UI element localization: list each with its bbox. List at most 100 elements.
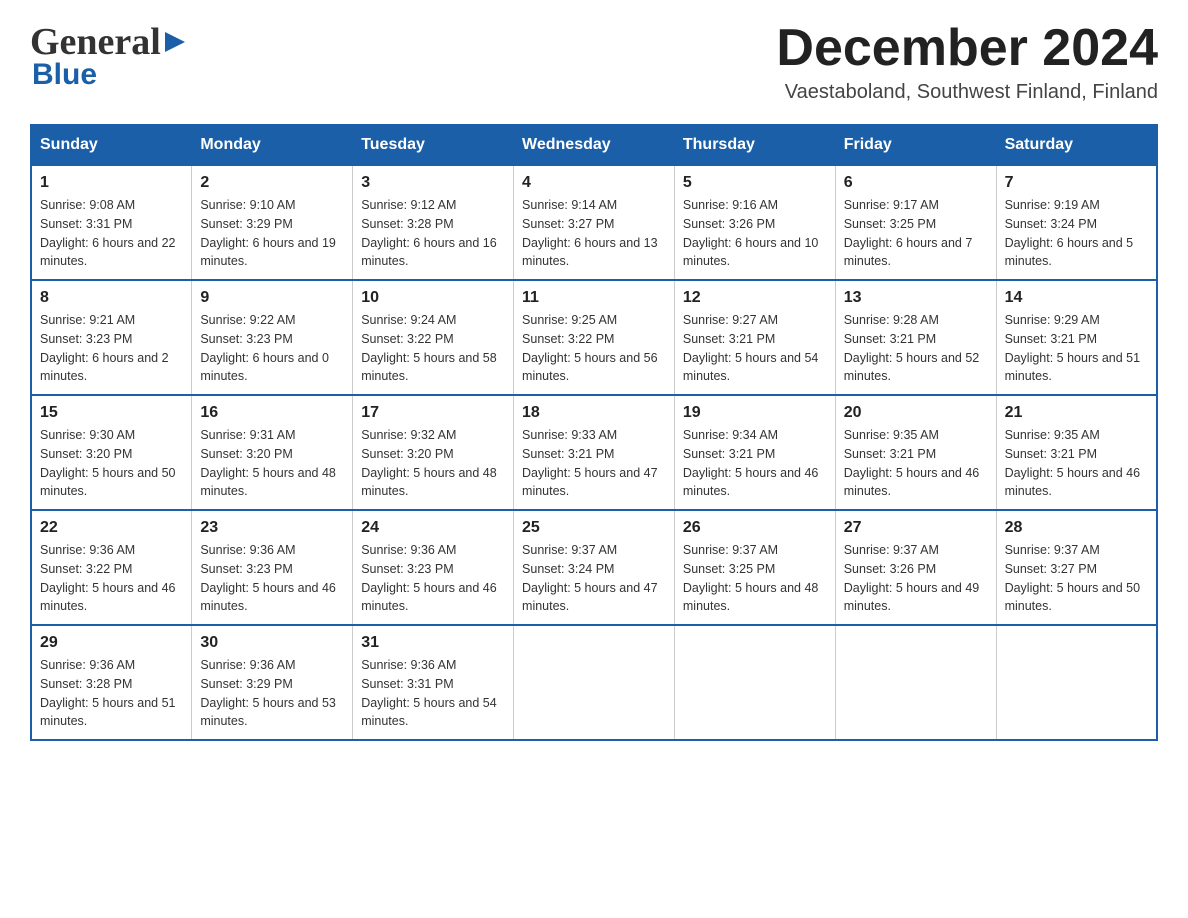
calendar-day-21: 21 Sunrise: 9:35 AM Sunset: 3:21 PM Dayl… (996, 395, 1157, 510)
calendar-day-27: 27 Sunrise: 9:37 AM Sunset: 3:26 PM Dayl… (835, 510, 996, 625)
day-number: 14 (1005, 289, 1148, 307)
calendar-day-22: 22 Sunrise: 9:36 AM Sunset: 3:22 PM Dayl… (31, 510, 192, 625)
weekday-header-friday: Friday (835, 125, 996, 165)
day-info: Sunrise: 9:36 AM Sunset: 3:22 PM Dayligh… (40, 541, 183, 616)
day-number: 28 (1005, 519, 1148, 537)
calendar-day-29: 29 Sunrise: 9:36 AM Sunset: 3:28 PM Dayl… (31, 625, 192, 740)
day-info: Sunrise: 9:29 AM Sunset: 3:21 PM Dayligh… (1005, 311, 1148, 386)
calendar-day-16: 16 Sunrise: 9:31 AM Sunset: 3:20 PM Dayl… (192, 395, 353, 510)
day-info: Sunrise: 9:31 AM Sunset: 3:20 PM Dayligh… (200, 426, 344, 501)
calendar-day-23: 23 Sunrise: 9:36 AM Sunset: 3:23 PM Dayl… (192, 510, 353, 625)
day-number: 7 (1005, 174, 1148, 192)
logo-arrow-icon (161, 28, 189, 56)
day-number: 3 (361, 174, 505, 192)
day-number: 12 (683, 289, 827, 307)
calendar-day-7: 7 Sunrise: 9:19 AM Sunset: 3:24 PM Dayli… (996, 165, 1157, 280)
day-number: 13 (844, 289, 988, 307)
day-info: Sunrise: 9:36 AM Sunset: 3:23 PM Dayligh… (361, 541, 505, 616)
day-info: Sunrise: 9:35 AM Sunset: 3:21 PM Dayligh… (1005, 426, 1148, 501)
calendar-day-17: 17 Sunrise: 9:32 AM Sunset: 3:20 PM Dayl… (353, 395, 514, 510)
calendar-week-5: 29 Sunrise: 9:36 AM Sunset: 3:28 PM Dayl… (31, 625, 1157, 740)
title-section: December 2024 Vaestaboland, Southwest Fi… (776, 20, 1158, 104)
calendar-day-13: 13 Sunrise: 9:28 AM Sunset: 3:21 PM Dayl… (835, 280, 996, 395)
day-info: Sunrise: 9:25 AM Sunset: 3:22 PM Dayligh… (522, 311, 666, 386)
day-info: Sunrise: 9:37 AM Sunset: 3:27 PM Dayligh… (1005, 541, 1148, 616)
day-info: Sunrise: 9:10 AM Sunset: 3:29 PM Dayligh… (200, 196, 344, 271)
calendar-day-11: 11 Sunrise: 9:25 AM Sunset: 3:22 PM Dayl… (514, 280, 675, 395)
calendar-day-10: 10 Sunrise: 9:24 AM Sunset: 3:22 PM Dayl… (353, 280, 514, 395)
day-number: 15 (40, 404, 183, 422)
logo: General Blue (30, 20, 189, 92)
day-info: Sunrise: 9:16 AM Sunset: 3:26 PM Dayligh… (683, 196, 827, 271)
day-info: Sunrise: 9:37 AM Sunset: 3:24 PM Dayligh… (522, 541, 666, 616)
day-number: 30 (200, 634, 344, 652)
day-info: Sunrise: 9:08 AM Sunset: 3:31 PM Dayligh… (40, 196, 183, 271)
day-info: Sunrise: 9:22 AM Sunset: 3:23 PM Dayligh… (200, 311, 344, 386)
day-number: 11 (522, 289, 666, 307)
weekday-header-thursday: Thursday (674, 125, 835, 165)
day-info: Sunrise: 9:17 AM Sunset: 3:25 PM Dayligh… (844, 196, 988, 271)
day-number: 29 (40, 634, 183, 652)
calendar-day-2: 2 Sunrise: 9:10 AM Sunset: 3:29 PM Dayli… (192, 165, 353, 280)
day-number: 2 (200, 174, 344, 192)
calendar-empty-4-5 (835, 625, 996, 740)
day-number: 19 (683, 404, 827, 422)
calendar-day-12: 12 Sunrise: 9:27 AM Sunset: 3:21 PM Dayl… (674, 280, 835, 395)
weekday-header-tuesday: Tuesday (353, 125, 514, 165)
weekday-header-row: SundayMondayTuesdayWednesdayThursdayFrid… (31, 125, 1157, 165)
day-number: 9 (200, 289, 344, 307)
calendar-week-4: 22 Sunrise: 9:36 AM Sunset: 3:22 PM Dayl… (31, 510, 1157, 625)
calendar-day-30: 30 Sunrise: 9:36 AM Sunset: 3:29 PM Dayl… (192, 625, 353, 740)
location-text: Vaestaboland, Southwest Finland, Finland (776, 81, 1158, 104)
month-title: December 2024 (776, 20, 1158, 77)
day-number: 20 (844, 404, 988, 422)
day-info: Sunrise: 9:28 AM Sunset: 3:21 PM Dayligh… (844, 311, 988, 386)
day-info: Sunrise: 9:30 AM Sunset: 3:20 PM Dayligh… (40, 426, 183, 501)
day-number: 6 (844, 174, 988, 192)
weekday-header-saturday: Saturday (996, 125, 1157, 165)
calendar-week-2: 8 Sunrise: 9:21 AM Sunset: 3:23 PM Dayli… (31, 280, 1157, 395)
calendar-day-20: 20 Sunrise: 9:35 AM Sunset: 3:21 PM Dayl… (835, 395, 996, 510)
day-number: 8 (40, 289, 183, 307)
calendar-day-8: 8 Sunrise: 9:21 AM Sunset: 3:23 PM Dayli… (31, 280, 192, 395)
day-info: Sunrise: 9:21 AM Sunset: 3:23 PM Dayligh… (40, 311, 183, 386)
calendar-day-28: 28 Sunrise: 9:37 AM Sunset: 3:27 PM Dayl… (996, 510, 1157, 625)
day-info: Sunrise: 9:34 AM Sunset: 3:21 PM Dayligh… (683, 426, 827, 501)
day-info: Sunrise: 9:37 AM Sunset: 3:25 PM Dayligh… (683, 541, 827, 616)
day-info: Sunrise: 9:12 AM Sunset: 3:28 PM Dayligh… (361, 196, 505, 271)
day-info: Sunrise: 9:36 AM Sunset: 3:28 PM Dayligh… (40, 656, 183, 731)
calendar-week-3: 15 Sunrise: 9:30 AM Sunset: 3:20 PM Dayl… (31, 395, 1157, 510)
calendar-day-9: 9 Sunrise: 9:22 AM Sunset: 3:23 PM Dayli… (192, 280, 353, 395)
day-info: Sunrise: 9:14 AM Sunset: 3:27 PM Dayligh… (522, 196, 666, 271)
day-number: 17 (361, 404, 505, 422)
calendar-day-15: 15 Sunrise: 9:30 AM Sunset: 3:20 PM Dayl… (31, 395, 192, 510)
day-info: Sunrise: 9:32 AM Sunset: 3:20 PM Dayligh… (361, 426, 505, 501)
page-header: General Blue December 2024 Vaestaboland,… (30, 20, 1158, 104)
calendar-day-6: 6 Sunrise: 9:17 AM Sunset: 3:25 PM Dayli… (835, 165, 996, 280)
day-number: 23 (200, 519, 344, 537)
day-number: 24 (361, 519, 505, 537)
calendar-day-5: 5 Sunrise: 9:16 AM Sunset: 3:26 PM Dayli… (674, 165, 835, 280)
day-info: Sunrise: 9:35 AM Sunset: 3:21 PM Dayligh… (844, 426, 988, 501)
day-number: 21 (1005, 404, 1148, 422)
day-number: 22 (40, 519, 183, 537)
calendar-day-31: 31 Sunrise: 9:36 AM Sunset: 3:31 PM Dayl… (353, 625, 514, 740)
weekday-header-sunday: Sunday (31, 125, 192, 165)
calendar-day-1: 1 Sunrise: 9:08 AM Sunset: 3:31 PM Dayli… (31, 165, 192, 280)
calendar-day-3: 3 Sunrise: 9:12 AM Sunset: 3:28 PM Dayli… (353, 165, 514, 280)
calendar-day-18: 18 Sunrise: 9:33 AM Sunset: 3:21 PM Dayl… (514, 395, 675, 510)
day-info: Sunrise: 9:27 AM Sunset: 3:21 PM Dayligh… (683, 311, 827, 386)
day-number: 5 (683, 174, 827, 192)
calendar-empty-4-3 (514, 625, 675, 740)
calendar-empty-4-4 (674, 625, 835, 740)
calendar-day-4: 4 Sunrise: 9:14 AM Sunset: 3:27 PM Dayli… (514, 165, 675, 280)
calendar-day-25: 25 Sunrise: 9:37 AM Sunset: 3:24 PM Dayl… (514, 510, 675, 625)
calendar-empty-4-6 (996, 625, 1157, 740)
day-info: Sunrise: 9:19 AM Sunset: 3:24 PM Dayligh… (1005, 196, 1148, 271)
day-info: Sunrise: 9:36 AM Sunset: 3:23 PM Dayligh… (200, 541, 344, 616)
day-info: Sunrise: 9:37 AM Sunset: 3:26 PM Dayligh… (844, 541, 988, 616)
weekday-header-monday: Monday (192, 125, 353, 165)
day-number: 1 (40, 174, 183, 192)
weekday-header-wednesday: Wednesday (514, 125, 675, 165)
calendar-day-26: 26 Sunrise: 9:37 AM Sunset: 3:25 PM Dayl… (674, 510, 835, 625)
